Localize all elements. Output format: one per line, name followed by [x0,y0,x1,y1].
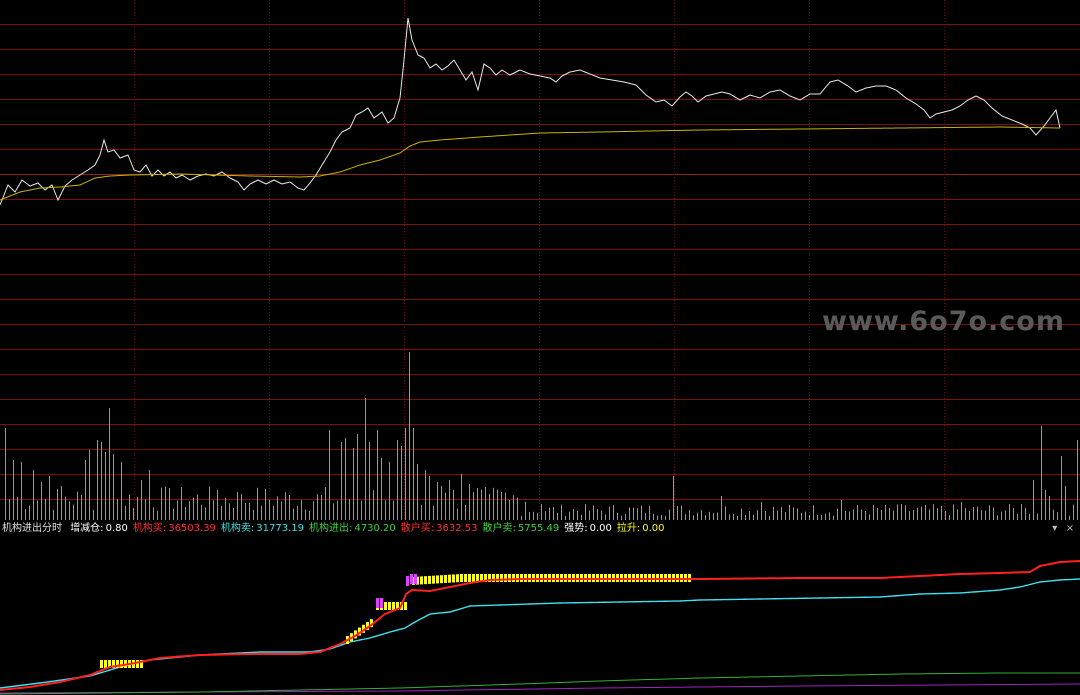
watermark: www.6o7o.com [822,306,1065,337]
signal-bar [428,575,431,584]
indicator-label: 机构买: [132,523,167,534]
signal-bar [472,574,475,582]
signal-bar [504,574,507,582]
indicator-value: 36503.39 [168,523,216,534]
signal-bar [406,576,409,586]
signal-bar [496,574,499,582]
signal-bar [410,574,413,584]
signal-bar [456,574,459,583]
signal-bar [376,598,379,608]
price-line [0,17,1061,206]
signal-bar [512,574,515,582]
signal-bar [420,576,423,585]
chevron-down-icon[interactable]: ▾ [1049,521,1061,537]
signal-bar [444,574,447,583]
signal-bar [380,598,383,608]
indicator-label: 强势: [564,523,588,534]
indicator-name: 机构进出分时 [2,523,62,534]
close-icon[interactable]: × [1064,521,1076,537]
institution-sell-line [0,578,1080,689]
indicator-label: 散户卖: [482,523,516,534]
signal-bar [136,660,139,668]
price-pane[interactable] [0,0,1080,350]
indicator-header: 机构进出分时 增减仓: 0.80 机构买: 36503.39 机构卖: 31773.19 机… [2,521,675,537]
institution-net-line [0,672,1080,695]
signal-bar [120,660,123,668]
signal-bar [104,660,107,668]
signal-bar [392,602,395,610]
indicator-label: 机构进出: [309,523,353,534]
signal-bar [100,660,103,668]
avg-price-line [0,126,1061,201]
signal-bar [516,574,519,582]
signal-bar [468,574,471,582]
signal-bar [464,574,467,582]
indicator-value: 31773.19 [256,523,305,534]
signal-bar [388,602,391,610]
intraday-chart-window: www.6o7o.com 机构进出分时 增减仓: 0.80 机构买: 36503.39… [0,0,1080,695]
indicator-pane[interactable] [0,538,1080,695]
signal-bar [436,575,439,584]
retail-line [0,683,1080,694]
signal-bar [424,576,427,585]
indicator-value: 0.00 [589,523,612,534]
signal-bar [440,575,443,584]
volume-pane[interactable] [0,350,1080,520]
signal-bar [404,602,407,610]
indicator-label: 散户买: [400,523,435,534]
signal-bar [414,574,417,584]
indicator-value: 0.80 [105,523,128,534]
indicator-label: 拉升: [616,523,641,534]
signal-bar [508,574,511,582]
signal-bar [448,574,451,583]
signal-bar [500,574,503,582]
signal-bar [384,602,387,610]
signal-bar [432,575,435,584]
indicator-label: 增减仓: [70,523,104,534]
signal-bar [460,574,463,582]
indicator-value: 3632.53 [436,523,478,534]
indicator-value: 5755.49 [517,523,560,534]
indicator-value: 4730.20 [354,523,396,534]
indicator-value: 0.00 [642,523,665,534]
indicator-controls: ▾ × [1049,521,1076,537]
indicator-label: 机构卖: [220,523,255,534]
signal-bar [452,574,455,583]
